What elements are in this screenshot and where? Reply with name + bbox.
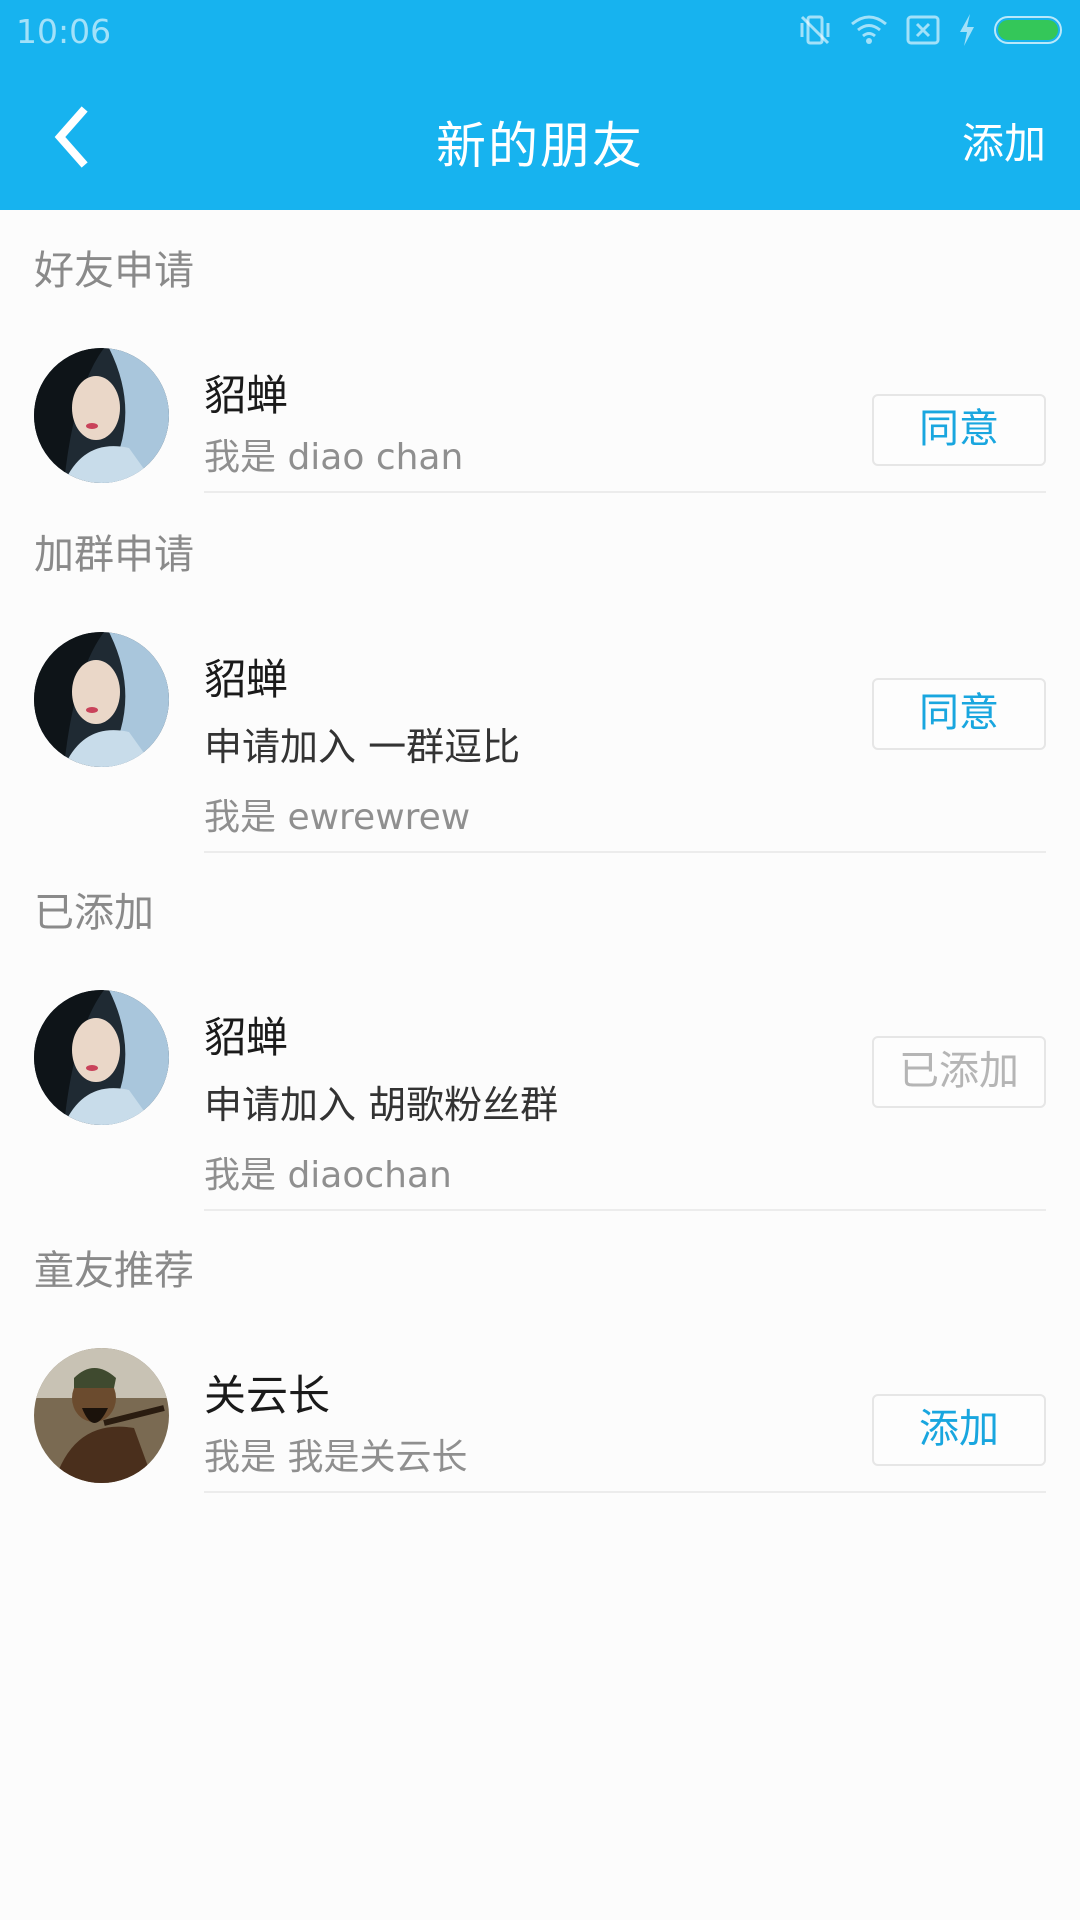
divider <box>204 1209 1046 1211</box>
request-name: 貂蝉 <box>204 655 289 704</box>
divider <box>204 491 1046 493</box>
added-button: 已添加 <box>872 1036 1046 1108</box>
section-title-friend-requests: 好友申请 <box>34 248 194 294</box>
divider <box>204 1491 1046 1493</box>
request-name: 貂蝉 <box>204 1013 289 1062</box>
request-message: 我是 diao chan <box>204 437 464 478</box>
charging-icon <box>960 14 974 46</box>
app-bar: 新的朋友 添加 <box>0 62 1080 210</box>
vibrate-off-icon <box>800 15 830 45</box>
battery-icon <box>994 16 1062 44</box>
wifi-icon <box>851 15 887 44</box>
section-title-recommended: 童友推荐 <box>34 1248 194 1294</box>
divider <box>204 851 1046 853</box>
recommend-name: 关云长 <box>204 1371 331 1420</box>
page-title: 新的朋友 <box>436 117 644 175</box>
recommend-message: 我是 我是关云长 <box>204 1437 468 1478</box>
group-line: 申请加入 一群逗比 <box>204 725 521 769</box>
request-message: 我是 diaochan <box>204 1155 452 1196</box>
avatar <box>34 632 169 767</box>
section-title-group-requests: 加群申请 <box>34 532 194 578</box>
section-title-added: 已添加 <box>34 890 154 936</box>
avatar <box>34 1348 169 1483</box>
request-name: 貂蝉 <box>204 371 289 420</box>
add-button[interactable]: 添加 <box>872 1394 1046 1466</box>
request-message: 我是 ewrewrew <box>204 797 471 838</box>
add-friend-button[interactable]: 添加 <box>962 110 1046 171</box>
status-time: 10:06 <box>16 12 112 51</box>
no-sim-icon <box>906 15 940 45</box>
agree-button[interactable]: 同意 <box>872 394 1046 466</box>
avatar <box>34 348 169 483</box>
status-bar: 10:06 <box>0 0 1080 62</box>
agree-button[interactable]: 同意 <box>872 678 1046 750</box>
avatar <box>34 990 169 1125</box>
group-line: 申请加入 胡歌粉丝群 <box>204 1083 559 1127</box>
